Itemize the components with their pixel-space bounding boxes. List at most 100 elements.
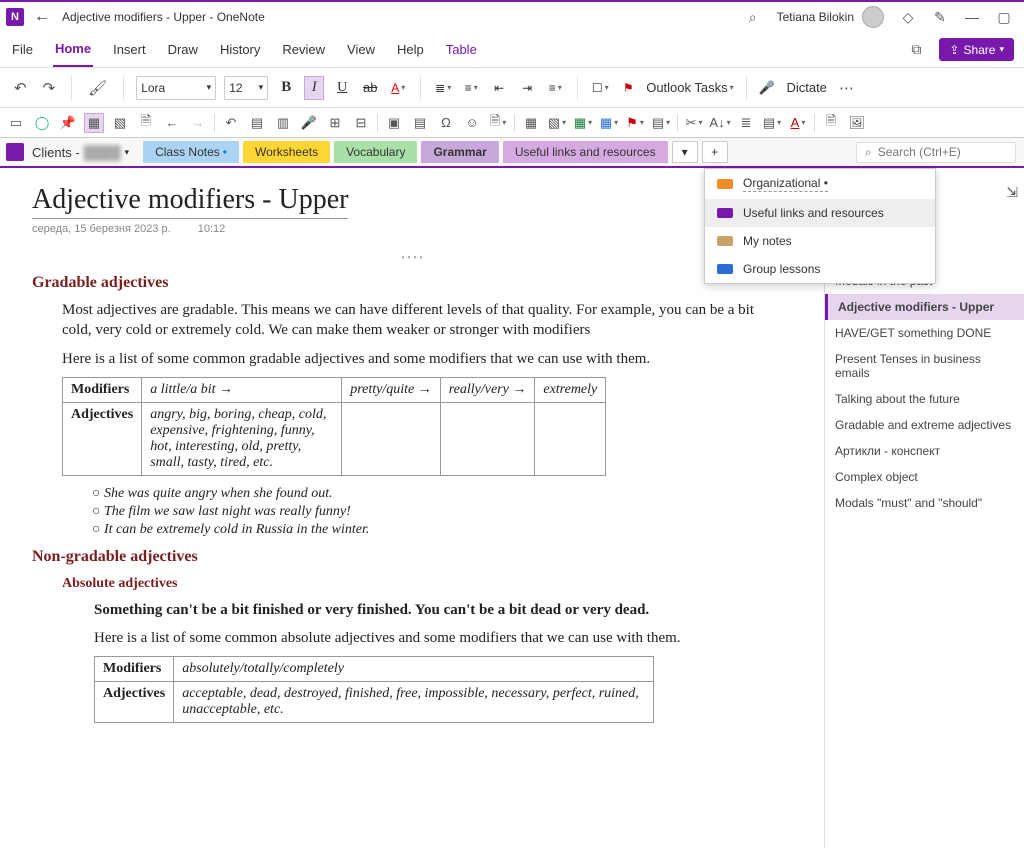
menu-draw[interactable]: Draw	[166, 32, 200, 67]
outdent-button[interactable]: ⇤	[489, 76, 509, 100]
table-cell[interactable]	[440, 402, 535, 475]
strikethrough-button[interactable]: ab	[360, 76, 380, 100]
numbering-button[interactable]: ≡	[461, 76, 481, 100]
table-cell[interactable]: a little/a bit →	[142, 377, 342, 402]
qa-icon-17[interactable]: ▤	[651, 113, 671, 133]
font-color-button[interactable]: A	[388, 76, 408, 100]
flag-icon[interactable]: ⚑	[618, 76, 638, 100]
diamond-icon[interactable]: ◇	[900, 9, 916, 26]
qa-flag-icon[interactable]: ⚑	[625, 113, 645, 133]
heading-nongradable[interactable]: Non-gradable adjectives	[32, 548, 792, 566]
pen-icon[interactable]: ✎	[932, 9, 948, 26]
format-painter-icon[interactable]: 🖌	[84, 77, 111, 99]
page-item[interactable]: Talking about the future	[825, 386, 1024, 412]
menu-table[interactable]: Table	[444, 32, 479, 67]
minimize-button[interactable]: —	[964, 9, 980, 25]
dropdown-item-useful[interactable]: Useful links and resources	[705, 199, 935, 227]
qa-icon-5[interactable]: ▧	[110, 113, 130, 133]
qa-icon-19[interactable]: ≣	[736, 113, 756, 133]
table-gradable[interactable]: Modifiers a little/a bit → pretty/quite …	[62, 377, 606, 476]
menu-file[interactable]: File	[10, 32, 35, 67]
qa-icon-13[interactable]: ▤	[410, 113, 430, 133]
page-item[interactable]: Артикли - конспект	[825, 438, 1024, 464]
menu-home[interactable]: Home	[53, 32, 93, 67]
more-icon[interactable]: ⋯	[835, 77, 858, 99]
tab-class-notes[interactable]: Class Notes•	[143, 141, 239, 163]
mode-icon[interactable]: ⧉	[911, 32, 921, 67]
list-item[interactable]: She was quite angry when she found out.	[92, 486, 792, 502]
qa-icon-14[interactable]: 🗎	[488, 113, 508, 133]
underline-button[interactable]: U	[332, 76, 352, 100]
tag-button[interactable]: ☐	[590, 76, 610, 100]
share-button[interactable]: ⇪ Share ▾	[939, 38, 1014, 61]
dropdown-item-group[interactable]: Group lessons	[705, 255, 935, 283]
search-icon[interactable]: ⌕	[745, 9, 761, 26]
collapse-handle[interactable]: • • • •	[32, 253, 792, 264]
dictate-button[interactable]: 🎤 Dictate	[759, 76, 827, 100]
qa-back-icon[interactable]: ←	[162, 113, 182, 133]
qa-icon-11[interactable]: ⊟	[351, 113, 371, 133]
search-input[interactable]: ⌕ Search (Ctrl+E)	[856, 142, 1016, 163]
undo-button[interactable]: ↶	[10, 77, 31, 99]
back-button[interactable]: ←	[34, 8, 50, 26]
qa-icon-12[interactable]: ▣	[384, 113, 404, 133]
add-section-button[interactable]: +	[702, 141, 728, 163]
font-select[interactable]: Lora▾	[136, 76, 216, 100]
menu-help[interactable]: Help	[395, 32, 426, 67]
qa-word-icon[interactable]: ▦	[599, 113, 619, 133]
qa-icon-9[interactable]: ▥	[273, 113, 293, 133]
paragraph[interactable]: Something can't be a bit finished or ver…	[94, 600, 792, 620]
dropdown-item-mynotes[interactable]: My notes	[705, 227, 935, 255]
list-item[interactable]: The film we saw last night was really fu…	[92, 504, 792, 520]
maximize-button[interactable]: ▢	[996, 9, 1012, 26]
table-cell[interactable]: Adjectives	[95, 682, 174, 723]
paragraph[interactable]: Here is a list of some common absolute a…	[94, 628, 792, 648]
page-title[interactable]: Adjective modifiers - Upper	[32, 184, 348, 219]
table-cell[interactable]: really/very →	[440, 377, 535, 402]
qa-icon-18[interactable]: ✂	[684, 113, 704, 133]
qa-fwd-icon[interactable]: →	[188, 113, 208, 133]
user-account[interactable]: Tetiana Bilokin	[777, 6, 884, 28]
page-content[interactable]: Adjective modifiers - Upper середа, 15 б…	[0, 168, 824, 848]
tabs-overflow-button[interactable]: ▾	[672, 141, 698, 163]
example-list[interactable]: She was quite angry when she found out. …	[92, 486, 792, 538]
italic-button[interactable]: I	[304, 76, 324, 100]
align-button[interactable]: ≡	[545, 76, 565, 100]
heading-absolute[interactable]: Absolute adjectives	[62, 576, 792, 592]
paragraph[interactable]: Most adjectives are gradable. This means…	[62, 300, 762, 341]
qa-icon-2[interactable]: ◯	[32, 113, 52, 133]
bullets-button[interactable]: ≣	[433, 76, 453, 100]
tab-grammar[interactable]: Grammar	[421, 141, 498, 163]
qa-excel-icon[interactable]: ▦	[573, 113, 593, 133]
menu-insert[interactable]: Insert	[111, 32, 148, 67]
table-cell[interactable]: Modifiers	[63, 377, 142, 402]
qa-sort-icon[interactable]: A↓	[710, 113, 730, 133]
qa-icon-4[interactable]: ▦	[84, 113, 104, 133]
table-cell[interactable]: absolutely/totally/completely	[174, 657, 654, 682]
table-cell[interactable]: pretty/quite →	[342, 377, 441, 402]
qa-image-icon[interactable]: 🖼	[847, 113, 867, 133]
list-item[interactable]: It can be extremely cold in Russia in th…	[92, 522, 792, 538]
qa-undo-icon[interactable]: ↶	[221, 113, 241, 133]
table-cell[interactable]	[342, 402, 441, 475]
qa-icon-15[interactable]: ▦	[521, 113, 541, 133]
qa-icon-21[interactable]: 🗎	[821, 113, 841, 133]
page-item[interactable]: Complex object	[825, 464, 1024, 490]
tab-worksheets[interactable]: Worksheets	[243, 141, 330, 163]
page-item[interactable]: Gradable and extreme adjectives	[825, 412, 1024, 438]
table-cell[interactable]: acceptable, dead, destroyed, finished, f…	[174, 682, 654, 723]
table-cell[interactable]	[535, 402, 606, 475]
qa-icon-6[interactable]: 🗎	[136, 113, 156, 133]
table-cell[interactable]: Modifiers	[95, 657, 174, 682]
qa-emoji-icon[interactable]: ☺	[462, 113, 482, 133]
qa-fontcolor-icon[interactable]: A	[788, 113, 808, 133]
dropdown-item-organizational[interactable]: Organizational	[705, 169, 935, 199]
page-item[interactable]: Present Tenses in business emails	[825, 346, 1024, 386]
menu-review[interactable]: Review	[280, 32, 327, 67]
font-size-select[interactable]: 12▾	[224, 76, 268, 100]
heading-gradable[interactable]: Gradable adjectives	[32, 274, 792, 292]
indent-button[interactable]: ⇥	[517, 76, 537, 100]
qa-pin-icon[interactable]: 📌	[58, 113, 78, 133]
qa-omega-icon[interactable]: Ω	[436, 113, 456, 133]
qa-icon-1[interactable]: ▭	[6, 113, 26, 133]
